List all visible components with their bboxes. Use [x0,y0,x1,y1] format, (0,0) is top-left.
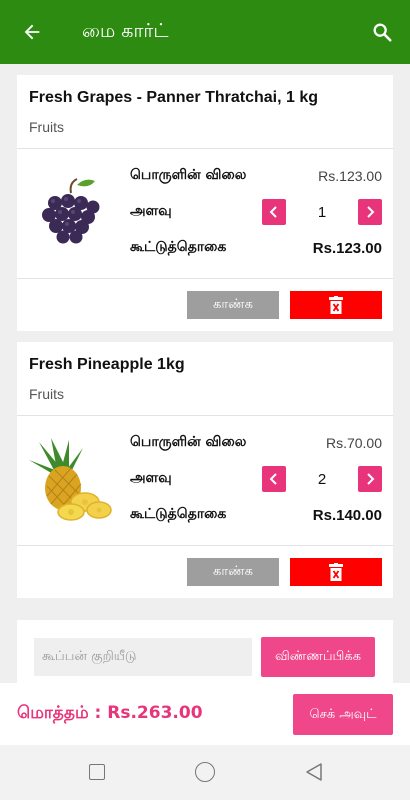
quantity-label: அளவு [130,470,172,486]
recent-apps-icon[interactable] [89,764,105,780]
price-value: Rs.123.00 [318,168,382,184]
increase-quantity-button[interactable] [358,199,382,225]
product-category: Fruits [29,119,64,135]
grapes-image [42,178,100,244]
back-icon[interactable] [303,761,325,783]
coupon-section: கூப்பன் குறியீடு விண்ணப்பிக்க [17,620,393,690]
trash-icon [329,296,343,314]
quantity-stepper: 2 [262,466,382,492]
delete-button[interactable] [290,291,382,319]
coupon-code-input[interactable]: கூப்பன் குறியீடு [34,638,252,676]
quantity-value: 2 [317,470,327,488]
checkout-button[interactable]: செக் அவுட் [293,694,393,735]
delete-button[interactable] [290,558,382,586]
product-name[interactable]: Fresh Pineapple 1kg [29,356,381,374]
decrease-quantity-button[interactable] [262,466,286,492]
view-button[interactable]: காண்க [187,291,279,319]
search-icon[interactable] [354,0,410,64]
increase-quantity-button[interactable] [358,466,382,492]
price-label: பொருளின் விலை [130,434,247,450]
apply-coupon-button[interactable]: விண்ணப்பிக்க [261,637,375,677]
system-nav-bar [0,745,410,800]
price-label: பொருளின் விலை [130,167,247,183]
subtotal-value: Rs.140.00 [312,506,382,524]
app-bar: மை கார்ட் [0,0,410,64]
product-category: Fruits [29,386,64,402]
subtotal-label: கூட்டுத்தொகை [130,239,227,255]
quantity-stepper: 1 [262,199,382,225]
product-name[interactable]: Fresh Grapes - Panner Thratchai, 1 kg [29,89,381,107]
decrease-quantity-button[interactable] [262,199,286,225]
trash-icon [329,563,343,581]
cart-item-card: Fresh Grapes - Panner Thratchai, 1 kg Fr… [17,75,393,331]
cart-item-card: Fresh Pineapple 1kg Fruits பொருளின் விலை… [17,342,393,598]
back-arrow-icon[interactable] [0,0,64,64]
price-value: Rs.70.00 [325,435,382,451]
cart-total: மொத்தம் : Rs.263.00 [17,703,203,723]
cart-footer: மொத்தம் : Rs.263.00 செக் அவுட் [0,683,410,745]
quantity-label: அளவு [130,203,172,219]
page-title: மை கார்ட் [82,19,169,42]
home-icon[interactable] [195,762,215,782]
quantity-value: 1 [317,203,327,221]
pineapple-image [29,438,112,521]
subtotal-label: கூட்டுத்தொகை [130,506,227,522]
view-button[interactable]: காண்க [187,558,279,586]
subtotal-value: Rs.123.00 [312,239,382,257]
